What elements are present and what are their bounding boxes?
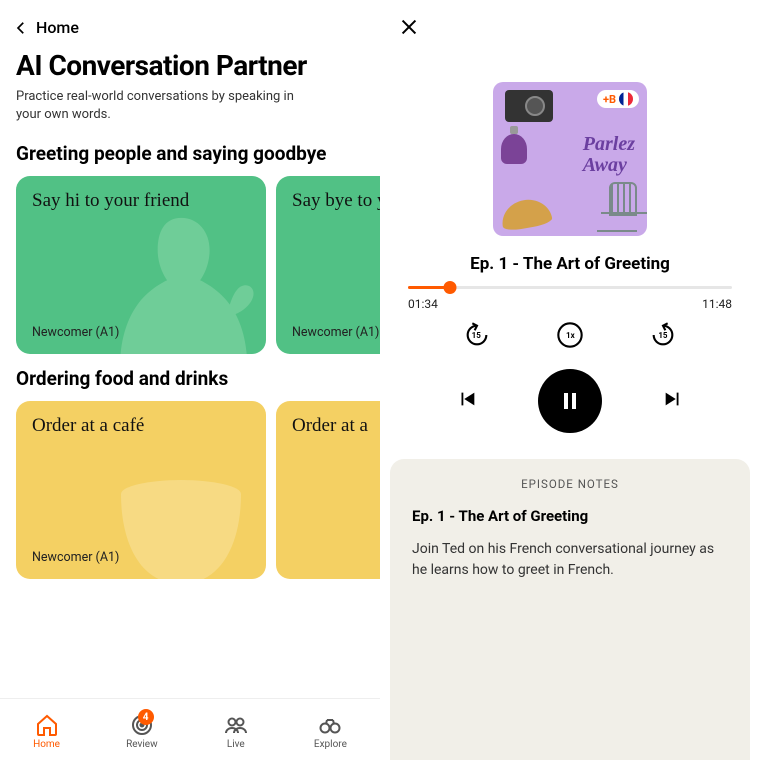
card-order-cafe[interactable]: Order at a café Newcomer (A1) — [16, 401, 266, 579]
back-button[interactable]: Home — [0, 0, 380, 45]
binoculars-icon — [318, 713, 342, 737]
people-icon — [224, 713, 248, 737]
page-subtitle: Practice real-world conversations by spe… — [0, 86, 320, 137]
rewind-15-button[interactable]: 15 — [463, 321, 491, 353]
card-level: Newcomer (A1) — [32, 325, 250, 340]
greeting-card-row[interactable]: Say hi to your friend Newcomer (A1) Say … — [0, 176, 380, 354]
card-title: Order at a — [292, 415, 380, 437]
card-level: Newcomer (A1) — [32, 550, 250, 565]
nav-explore[interactable]: Explore — [314, 713, 347, 750]
review-badge: 4 — [138, 709, 154, 725]
card-title: Say bye to your teach — [292, 190, 380, 212]
podcast-name: ParlezAway — [583, 134, 635, 176]
nav-label: Review — [126, 739, 158, 750]
forward-15-button[interactable]: 15 — [649, 321, 677, 353]
brand-badge: +B — [597, 90, 639, 108]
ordering-card-row[interactable]: Order at a café Newcomer (A1) Order at a — [0, 401, 380, 579]
rewind-amount: 15 — [472, 331, 481, 340]
forward-amount: 15 — [658, 331, 667, 340]
previous-track-button[interactable] — [456, 388, 478, 414]
bottom-nav: Home 4 Review Live Explore — [0, 698, 380, 760]
pause-icon — [558, 389, 582, 413]
time-elapsed: 01:34 — [408, 297, 438, 311]
nav-label: Live — [227, 739, 245, 750]
card-title: Order at a café — [32, 415, 250, 437]
episode-notes-panel[interactable]: EPISODE NOTES Ep. 1 - The Art of Greetin… — [390, 459, 750, 760]
home-icon — [35, 713, 59, 737]
pause-button[interactable] — [538, 369, 602, 433]
time-total: 11:48 — [702, 297, 732, 311]
chair-icon — [597, 182, 637, 232]
episode-title: Ep. 1 - The Art of Greeting — [380, 248, 760, 286]
notes-body: Join Ted on his French conversational jo… — [412, 539, 728, 581]
nav-label: Home — [33, 739, 60, 750]
card-title: Say hi to your friend — [32, 190, 250, 212]
nav-label: Explore — [314, 739, 347, 750]
page-title: AI Conversation Partner — [0, 45, 380, 86]
podcast-cover: +B ParlezAway — [493, 82, 647, 236]
progress-bar[interactable] — [408, 286, 732, 289]
nav-review[interactable]: 4 Review — [126, 713, 158, 750]
card-say-bye[interactable]: Say bye to your teach Newcomer (A1) — [276, 176, 380, 354]
card-level: Newcomer (A1) — [292, 325, 380, 340]
skip-previous-icon — [456, 388, 478, 410]
next-track-button[interactable] — [662, 388, 684, 414]
perfume-icon — [501, 134, 527, 164]
back-label: Home — [36, 18, 79, 37]
notes-episode-title: Ep. 1 - The Art of Greeting — [412, 507, 728, 539]
notes-heading: EPISODE NOTES — [412, 477, 728, 507]
podcast-player-screen: +B ParlezAway Ep. 1 - The Art of Greetin… — [380, 0, 760, 760]
section-greeting-heading: Greeting people and saying goodbye — [0, 137, 380, 176]
chevron-left-icon — [12, 19, 30, 37]
croissant-icon — [499, 196, 553, 232]
card-order-2[interactable]: Order at a — [276, 401, 380, 579]
close-button[interactable] — [380, 0, 760, 42]
nav-live[interactable]: Live — [224, 713, 248, 750]
camera-icon — [505, 90, 553, 122]
progress-thumb[interactable] — [444, 281, 457, 294]
nav-home[interactable]: Home — [33, 713, 60, 750]
skip-next-icon — [662, 388, 684, 410]
close-icon — [398, 16, 420, 38]
section-ordering-heading: Ordering food and drinks — [0, 354, 380, 401]
conversation-partner-screen: Home AI Conversation Partner Practice re… — [0, 0, 380, 760]
speed-value: 1x — [566, 331, 575, 340]
brand-text: +B — [603, 93, 616, 106]
french-flag-icon — [619, 92, 633, 106]
card-say-hi[interactable]: Say hi to your friend Newcomer (A1) — [16, 176, 266, 354]
speed-button[interactable]: 1x — [556, 321, 584, 353]
